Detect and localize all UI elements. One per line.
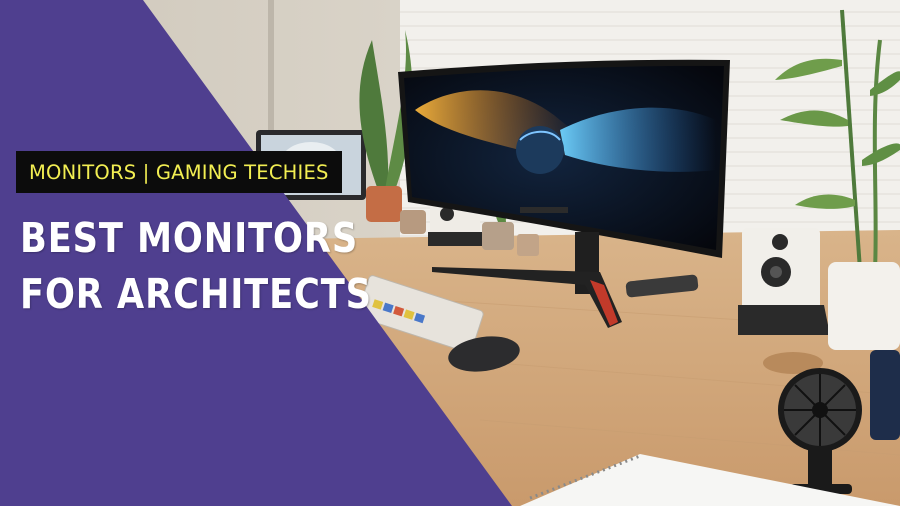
category-tag-text: MONITORS | GAMING TECHIES xyxy=(29,160,329,184)
category-tag: MONITORS | GAMING TECHIES xyxy=(16,151,342,193)
headline-line-1: BEST MONITORS xyxy=(20,214,359,262)
headline: BEST MONITORS FOR ARCHITECTS xyxy=(20,210,400,322)
headline-line-2: FOR ARCHITECTS xyxy=(20,270,372,318)
